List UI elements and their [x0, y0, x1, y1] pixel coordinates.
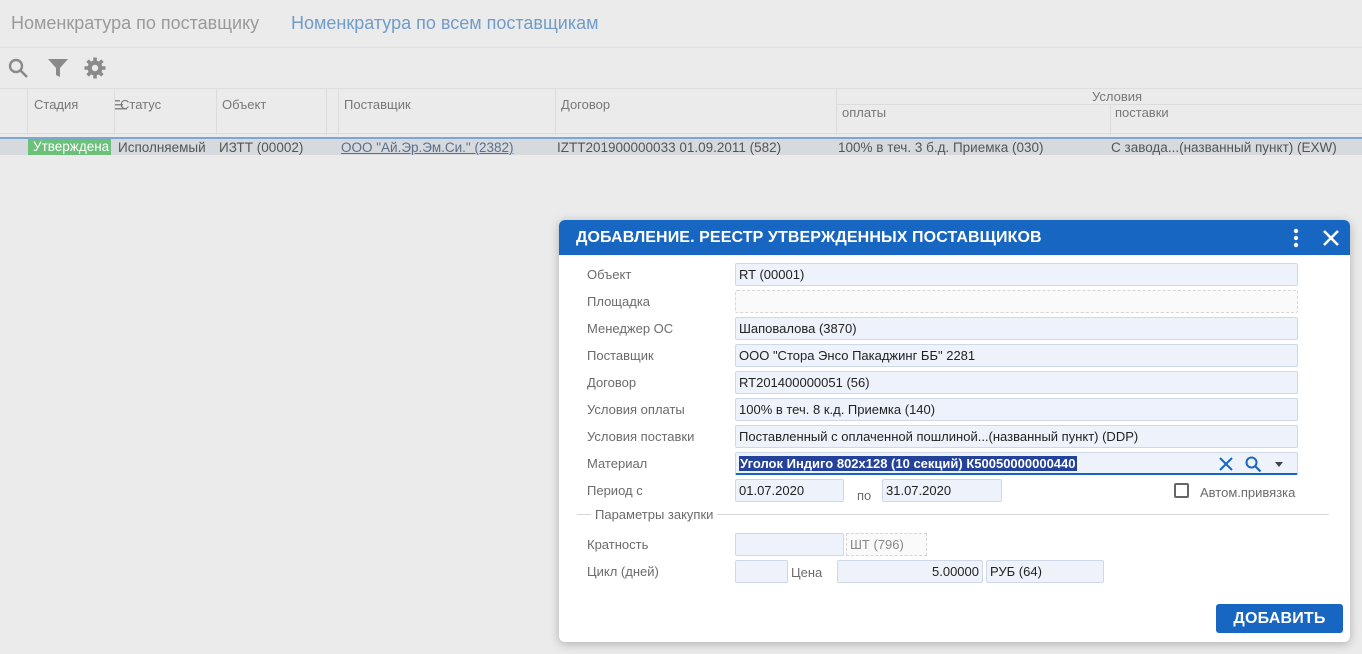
delivery-terms-label: Условия поставки: [587, 429, 695, 444]
cycle-field[interactable]: [735, 560, 788, 583]
contract-cell: IZTT201900000033 01.09.2011 (582): [557, 140, 782, 155]
tab-nomenclature-all-suppliers[interactable]: Номенкратура по всем поставщикам: [291, 13, 599, 34]
purchase-params-title: Параметры закупки: [591, 507, 718, 522]
object-cell: ИЗТТ (00002): [219, 140, 304, 155]
site-label: Площадка: [587, 294, 651, 309]
period-from-field[interactable]: 01.07.2020: [735, 479, 844, 502]
column-contract[interactable]: Договор: [555, 89, 836, 135]
object-label: Объект: [587, 267, 632, 282]
column-object-label: Объект: [222, 97, 267, 112]
column-status-label: Статус: [120, 97, 162, 112]
grid-header: Стадия Статус Объект Поставщик Договор У…: [0, 88, 1362, 135]
tab-nomenclature-by-supplier[interactable]: Номенкратура по поставщику: [11, 13, 259, 34]
column-stage[interactable]: Стадия: [27, 89, 127, 135]
delivery-terms-field[interactable]: Поставленный с оплаченной пошлиной...(на…: [735, 425, 1298, 448]
payment-terms-field[interactable]: 100% в теч. 8 к.д. Приемка (140): [735, 398, 1298, 421]
object-field[interactable]: RT (00001): [735, 263, 1298, 286]
payment-terms-label: Условия оплаты: [587, 402, 685, 417]
supplier-field[interactable]: ООО "Стора Энсо Пакаджинг ББ" 2281: [735, 344, 1298, 367]
delivery-cell: С завода...(названный пункт) (EXW): [1111, 140, 1337, 155]
table-row[interactable]: Утверждена Исполняемый ИЗТТ (00002) ООО …: [0, 137, 1362, 155]
column-contract-label: Договор: [561, 97, 611, 112]
search-icon[interactable]: [1244, 455, 1262, 473]
column-stage-label: Стадия: [34, 97, 79, 112]
period-to-label: по: [857, 488, 872, 503]
column-payment-label[interactable]: оплаты: [842, 105, 886, 120]
supplier-label: Поставщик: [587, 348, 654, 363]
price-label: Цена: [791, 565, 823, 580]
column-conditions-label: Условия: [1092, 89, 1143, 104]
status-cell: Исполняемый: [118, 140, 206, 155]
tab-bar: Номенкратура по поставщику Номенкратура …: [0, 0, 1362, 48]
filter-icon[interactable]: [46, 56, 70, 80]
column-divider: [1110, 104, 1111, 135]
dialog-header: ДОБАВЛЕНИЕ. РЕЕСТР УТВЕРЖДЕННЫХ ПОСТАВЩИ…: [559, 220, 1350, 255]
site-field[interactable]: [735, 290, 1298, 313]
period-from-label: Период с: [587, 483, 643, 498]
add-supplier-dialog: ДОБАВЛЕНИЕ. РЕЕСТР УТВЕРЖДЕННЫХ ПОСТАВЩИ…: [559, 220, 1350, 642]
cycle-label: Цикл (дней): [587, 564, 659, 579]
more-vert-icon[interactable]: [1287, 228, 1305, 248]
clear-icon[interactable]: [1217, 455, 1235, 473]
search-icon[interactable]: [6, 56, 30, 80]
toolbar: [0, 48, 1362, 88]
manager-field[interactable]: Шаповалова (3870): [735, 317, 1298, 340]
column-divider: [326, 89, 338, 135]
auto-link-label: Автом.привязка: [1200, 485, 1296, 500]
multiplicity-field[interactable]: [735, 533, 844, 556]
manager-label: Менеджер ОС: [587, 321, 674, 336]
column-group-conditions: Условия оплаты поставки: [836, 89, 1362, 135]
stage-badge: Утверждена: [28, 139, 111, 155]
multiplicity-label: Кратность: [587, 537, 649, 552]
column-supplier-label: Поставщик: [344, 97, 411, 112]
gear-icon[interactable]: [83, 56, 107, 80]
material-label: Материал: [587, 456, 648, 471]
header-divider: [837, 104, 1362, 105]
period-to-field[interactable]: 31.07.2020: [882, 479, 1002, 502]
supplier-link[interactable]: ООО "Ай.Эр.Эм.Си." (2382): [341, 140, 514, 155]
column-delivery-label[interactable]: поставки: [1115, 105, 1169, 120]
add-button[interactable]: ДОБАВИТЬ: [1216, 604, 1343, 633]
price-field[interactable]: 5.00000: [837, 560, 983, 583]
material-value: Уголок Индиго 802х128 (10 секций) К50050…: [739, 456, 1077, 471]
column-supplier[interactable]: Поставщик: [338, 89, 555, 135]
auto-link-checkbox[interactable]: [1174, 483, 1189, 498]
material-input[interactable]: Уголок Индиго 802х128 (10 секций) К50050…: [735, 452, 1298, 475]
contract-field[interactable]: RT201400000051 (56): [735, 371, 1298, 394]
currency-field[interactable]: РУБ (64): [986, 560, 1104, 583]
column-status[interactable]: Статус: [114, 89, 216, 135]
contract-label: Договор: [587, 375, 637, 390]
chevron-down-icon[interactable]: [1273, 459, 1285, 469]
close-icon[interactable]: [1321, 228, 1341, 248]
payment-cell: 100% в теч. 3 б.д. Приемка (030): [838, 140, 1044, 155]
column-object[interactable]: Объект: [216, 89, 326, 135]
dialog-title: ДОБАВЛЕНИЕ. РЕЕСТР УТВЕРЖДЕННЫХ ПОСТАВЩИ…: [576, 229, 1042, 246]
unit-field: ШТ (796): [846, 533, 927, 556]
